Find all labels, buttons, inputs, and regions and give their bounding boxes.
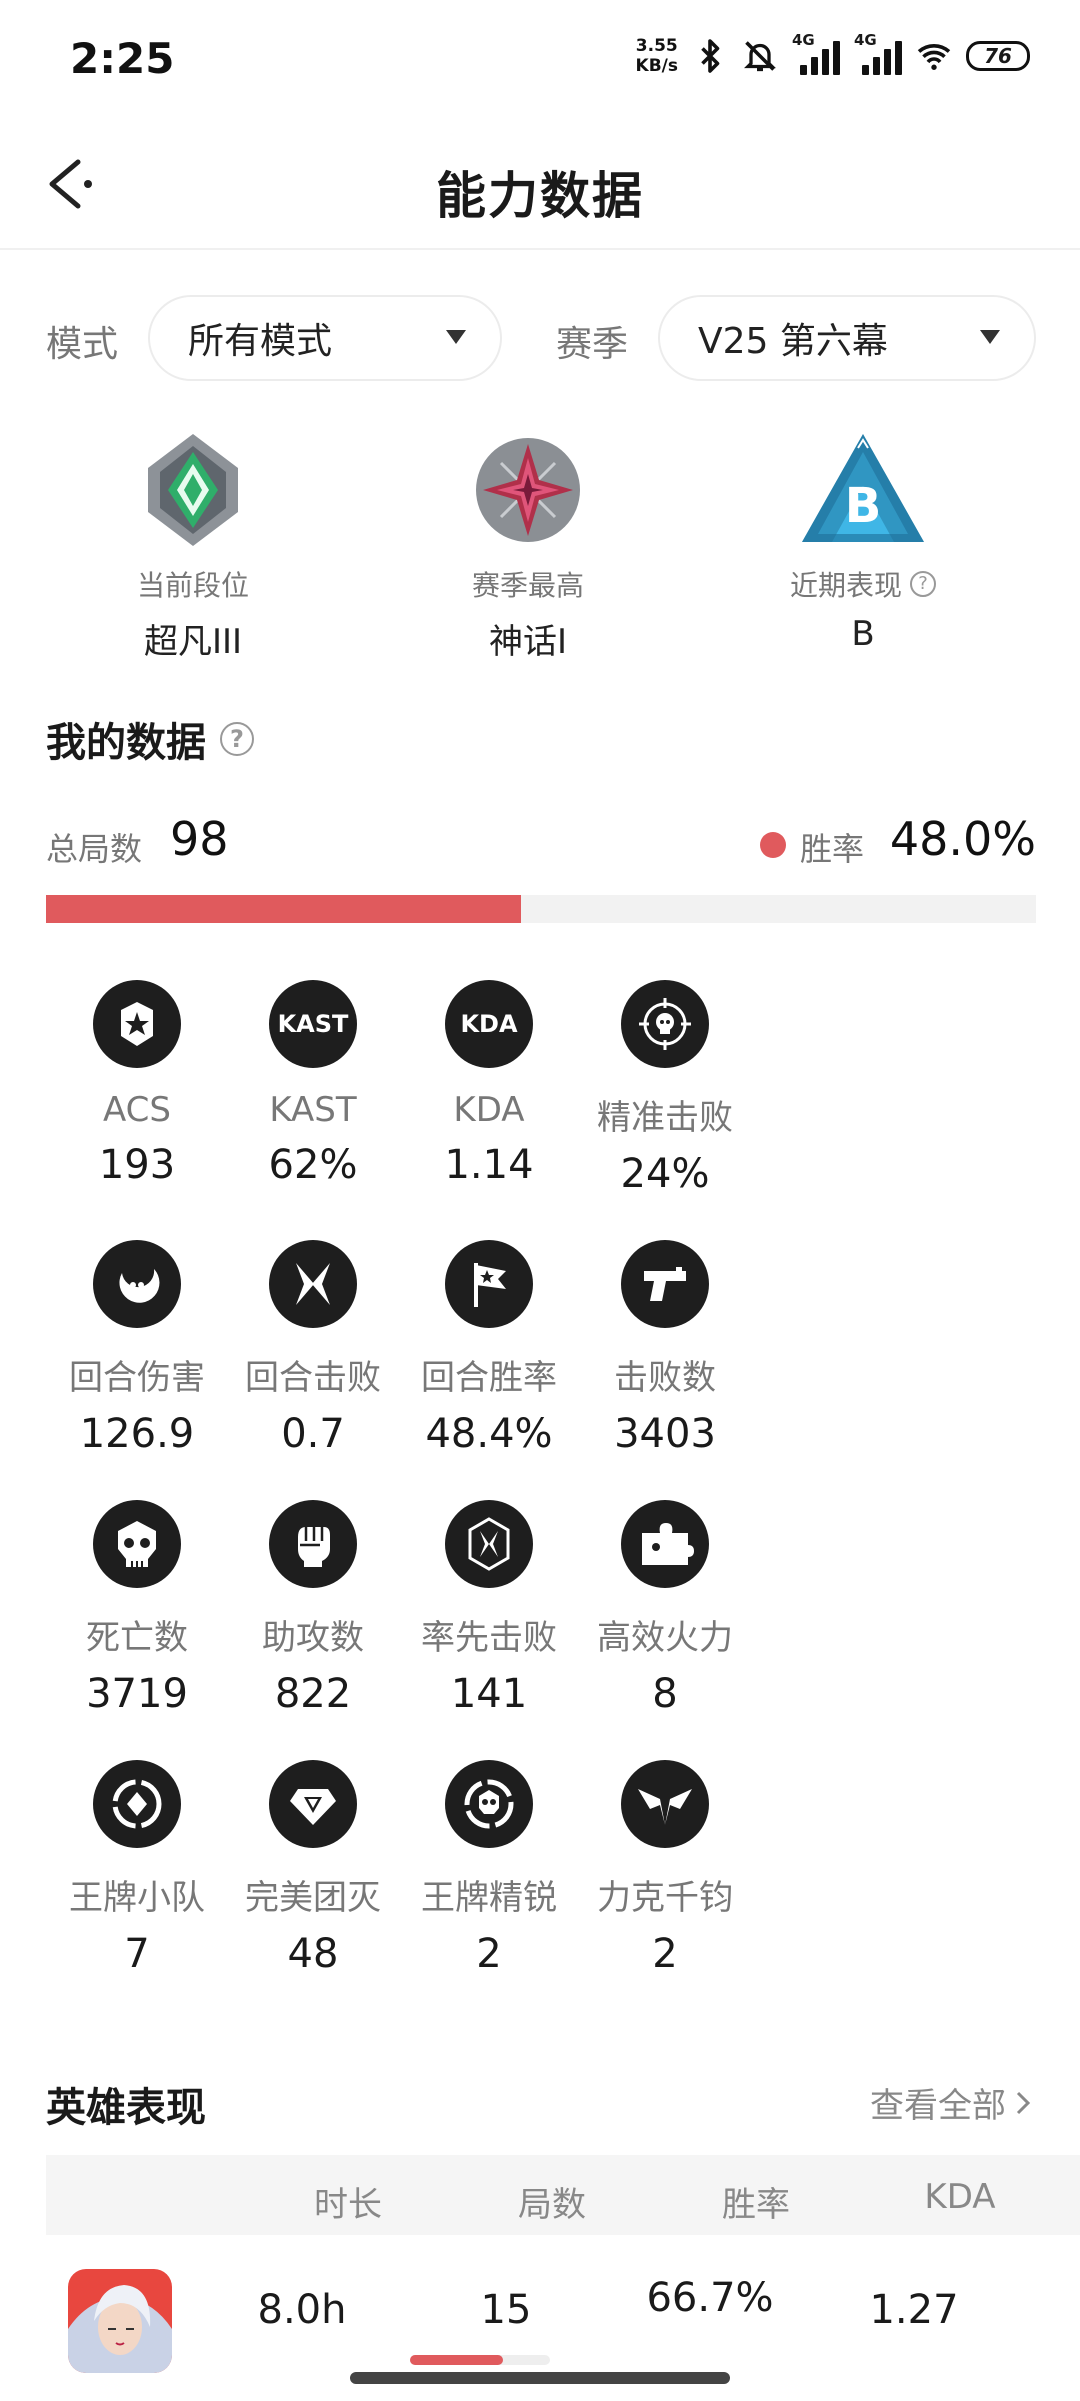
recent-performance-label-row: 近期表现 ? [713, 564, 1013, 604]
totals-row: 总局数 98 胜率 48.0% [46, 810, 1036, 870]
page-title: 能力数据 [436, 167, 644, 225]
col-games: 局数 [518, 2185, 586, 2225]
first-blood-icon [445, 1500, 533, 1588]
signal-icon: 4G [854, 31, 902, 75]
hero-row[interactable]: 8.0h 15 66.7% 1.27 [46, 2235, 1080, 2385]
view-all-link[interactable]: 查看全部 [870, 2078, 1034, 2127]
view-all-label: 查看全部 [870, 2086, 1006, 2126]
filter-bar: 模式 所有模式 赛季 V25 第六幕 [46, 295, 1036, 381]
ace-squad-icon [93, 1760, 181, 1848]
total-games-value: 98 [170, 812, 229, 866]
crescent-icon [93, 1240, 181, 1328]
mode-select-value: 所有模式 [188, 321, 333, 362]
hero-table: 时长 局数 胜率 KDA 8.0h 15 66.7% 1.27 [46, 2155, 1080, 2385]
caret-down-icon [446, 330, 466, 344]
stat-value: 8 [652, 1671, 678, 1717]
col-kda: KDA [924, 2177, 996, 2217]
season-peak-rank: 赛季最高 神话I [378, 430, 678, 663]
stat-label: 击败数 [614, 1358, 716, 1398]
season-label: 赛季 [556, 324, 629, 365]
stat-value: 3403 [614, 1411, 716, 1457]
fist-icon [269, 1500, 357, 1588]
help-icon[interactable]: ? [910, 571, 936, 597]
wifi-icon [917, 44, 951, 70]
caret-down-icon [980, 330, 1000, 344]
hero-section-title: 英雄表现 [46, 2085, 206, 2131]
hero-table-header: 时长 局数 胜率 KDA [46, 2155, 1080, 2235]
signal-icon: 4G [792, 31, 840, 75]
hero-avatar [68, 2269, 172, 2373]
winrate-bar [46, 895, 1036, 923]
ascendant-rank-icon [148, 434, 238, 546]
help-icon[interactable]: ? [220, 722, 254, 756]
rank-section: 当前段位 超凡III 赛季最高 神话I B 近期表现 ? B [0, 430, 1080, 680]
winrate-value: 48.0% [889, 812, 1036, 866]
star-shield-icon [93, 980, 181, 1068]
stat-label: 精准击败 [597, 1098, 733, 1138]
battery-icon: 76 [966, 41, 1030, 71]
home-indicator [350, 2372, 730, 2384]
recent-performance-value: B [851, 614, 875, 654]
status-bar: 2:25 3.55 KB/s 4G 4G 76 [0, 0, 1080, 120]
season-peak-value: 神话I [488, 622, 568, 662]
current-rank-value: 超凡III [143, 622, 243, 662]
performance-grade-icon: B [802, 434, 924, 542]
recent-performance-label: 近期表现 [789, 569, 902, 602]
grade-letter: B [845, 478, 882, 534]
my-data-title-row: 我的数据 ? [46, 710, 254, 768]
app-header: 能力数据 [0, 120, 1080, 250]
skull-icon [93, 1500, 181, 1588]
stat-label: 力克千钧 [597, 1878, 733, 1918]
hero-duration: 8.0h [257, 2287, 347, 2333]
stat-item: 精准击败 24% [540, 980, 790, 1197]
current-rank-label: 当前段位 [136, 569, 249, 602]
winrate-dot [760, 832, 786, 858]
recent-performance: B 近期表现 ? B [713, 430, 1013, 654]
stat-label: 高效火力 [597, 1618, 733, 1658]
bluetooth-icon [701, 39, 720, 73]
kda-icon: KDA [445, 980, 533, 1068]
season-select[interactable]: V25 第六幕 [658, 295, 1036, 381]
mode-select[interactable]: 所有模式 [148, 295, 502, 381]
mode-label: 模式 [46, 324, 119, 365]
stat-item: 力克千钧 2 [540, 1760, 790, 1977]
stat-item: 高效火力 8 [540, 1500, 790, 1717]
winrate-bar-fill [46, 895, 522, 923]
flag-icon [445, 1240, 533, 1328]
crossed-blades-icon [269, 1240, 357, 1328]
col-duration: 时长 [314, 2185, 382, 2225]
season-peak-label: 赛季最高 [471, 569, 584, 602]
my-data-title: 我的数据 [46, 720, 206, 766]
puzzle-icon [621, 1500, 709, 1588]
stat-value: 24% [620, 1151, 710, 1197]
status-icons: 3.55 KB/s 4G 4G 76 [635, 31, 1030, 76]
kast-icon: KAST [269, 980, 357, 1068]
hero-winrate-bar-fill [410, 2355, 504, 2365]
immortal-rank-icon [476, 438, 580, 542]
diamond-icon [269, 1760, 357, 1848]
stat-item: 击败数 3403 [540, 1240, 790, 1457]
hero-winrate: 66.7% [646, 2275, 774, 2321]
col-winrate: 胜率 [722, 2185, 790, 2225]
network-speed: 3.55 KB/s [635, 36, 678, 76]
winged-icon [621, 1760, 709, 1848]
chevron-right-icon [1016, 2091, 1031, 2114]
hero-games: 15 [480, 2287, 532, 2333]
stat-value: 2 [652, 1931, 678, 1977]
hero-winrate-bar [410, 2355, 550, 2365]
hero-kda: 1.27 [869, 2287, 959, 2333]
season-select-value: V25 第六幕 [698, 321, 888, 362]
current-rank: 当前段位 超凡III [43, 430, 343, 663]
total-games-label: 总局数 [46, 830, 143, 868]
pistol-icon [621, 1240, 709, 1328]
clock: 2:25 [70, 34, 175, 83]
elite-skull-icon [445, 1760, 533, 1848]
winrate-label: 胜率 [799, 830, 864, 868]
crosshair-skull-icon [621, 980, 709, 1068]
bell-muted-icon [744, 41, 776, 72]
